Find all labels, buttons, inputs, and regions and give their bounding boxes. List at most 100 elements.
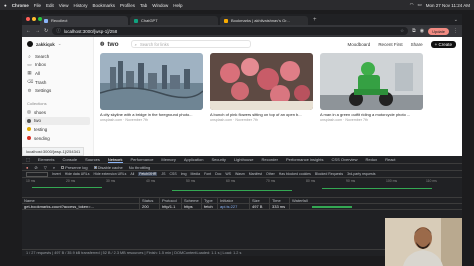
filter-font[interactable]: Font — [204, 172, 211, 176]
address-bar[interactable]: ⓘ localhost:3000/[wsp-1]/258 ☆ — [52, 27, 409, 35]
workspace-switcher[interactable]: zakkiqxk ⌄ — [27, 41, 88, 47]
menu-help[interactable]: Help — [173, 3, 182, 8]
menu-kebab-icon[interactable]: ⋮ — [453, 28, 458, 34]
sidebar-item-inbox[interactable]: ▭ Inbox — [27, 61, 88, 70]
filter-fetch-xhr[interactable]: Fetch/XHR — [138, 172, 158, 176]
col-scheme[interactable]: Scheme — [182, 198, 202, 203]
collection-shoes[interactable]: shoes — [27, 108, 88, 117]
filter-icon[interactable]: ▽ — [44, 165, 47, 170]
search-icon[interactable]: ⌕ — [53, 165, 55, 170]
clear-icon[interactable]: ⊘ — [34, 165, 37, 170]
devtools-tab-redux[interactable]: Redux — [366, 157, 378, 162]
sort-button[interactable]: Recent First — [378, 42, 402, 47]
filter-js[interactable]: JS — [161, 172, 165, 176]
info-icon[interactable]: ⓘ — [56, 28, 61, 34]
filter-hide-data-urls[interactable]: Hide data URLs — [65, 172, 90, 176]
minimize-window-button[interactable] — [32, 17, 36, 21]
filter-css[interactable]: CSS — [169, 172, 176, 176]
search-input[interactable]: ⌕ Search for links — [130, 40, 251, 48]
col-initiator[interactable]: Initiator — [218, 198, 250, 203]
devtools-tab-memory[interactable]: Memory — [161, 157, 175, 162]
tab-search-icon[interactable]: ⌄ — [454, 17, 462, 23]
devtools-inspect-icon[interactable]: ⬚ — [26, 157, 30, 162]
collection-sending[interactable]: sending — [27, 134, 88, 143]
preserve-log-checkbox[interactable]: Preserve log — [61, 165, 88, 170]
menu-file[interactable]: File — [34, 3, 41, 8]
extensions-icon[interactable]: ⧉ — [412, 28, 416, 34]
filter-third-party[interactable]: 3rd-party requests — [347, 172, 375, 176]
menu-edit[interactable]: Edit — [46, 3, 54, 8]
bookmark-card[interactable]: A bunch of pink flowers sitting on top o… — [210, 53, 313, 122]
moodboard-button[interactable]: Moodboard — [348, 42, 371, 47]
tab-chatgpt[interactable]: ChatGPT — [130, 16, 218, 25]
devtools-tab-performance-insights[interactable]: Performance insights — [286, 157, 324, 162]
tab-bookmarks[interactable]: Bookmarks | akhilvaishnav's Gr... — [220, 16, 308, 25]
col-protocol[interactable]: Protocol — [160, 198, 182, 203]
cell-initiator[interactable]: api.ts:227 — [218, 204, 250, 209]
filter-blocked-requests[interactable]: Blocked Requests — [315, 172, 343, 176]
profile-avatar[interactable]: ◉ — [420, 28, 424, 34]
maximize-window-button[interactable] — [38, 17, 42, 21]
bookmark-thumbnail[interactable] — [100, 53, 203, 110]
update-button[interactable]: Update — [428, 27, 449, 35]
close-window-button[interactable] — [26, 17, 30, 21]
disable-cache-checkbox[interactable]: Disable cache — [93, 165, 123, 170]
filter-all[interactable]: All — [130, 172, 134, 176]
menu-history[interactable]: History — [73, 3, 87, 8]
devtools-tab-security[interactable]: Security — [211, 157, 225, 162]
menu-bookmarks[interactable]: Bookmarks — [92, 3, 115, 8]
devtools-tab-console[interactable]: Console — [62, 157, 77, 162]
devtools-tab-application[interactable]: Application — [184, 157, 204, 162]
devtools-tab-recorder[interactable]: Recorder — [261, 157, 277, 162]
menu-tab[interactable]: Tab — [140, 3, 147, 8]
filter-manifest[interactable]: Manifest — [249, 172, 262, 176]
filter-ws[interactable]: WS — [225, 172, 231, 176]
filter-other[interactable]: Other — [266, 172, 275, 176]
table-row[interactable]: get-bookmarks-count?access_token=... 200… — [22, 204, 462, 210]
apple-icon[interactable]: ● — [4, 3, 7, 8]
col-time[interactable]: Time — [270, 198, 290, 203]
back-icon[interactable]: ← — [26, 28, 31, 34]
filter-input[interactable] — [26, 171, 48, 177]
col-waterfall[interactable]: Waterfall — [290, 198, 462, 203]
devtools-tab-lighthouse[interactable]: Lighthouse — [234, 157, 254, 162]
menu-chrome[interactable]: Chrome — [12, 3, 29, 8]
throttling-select[interactable]: No throttling — [129, 165, 151, 170]
sidebar-item-trash[interactable]: ⌫ Trash — [27, 78, 88, 87]
col-type[interactable]: Type — [202, 198, 218, 203]
battery-icon[interactable]: ▭ — [418, 2, 422, 8]
sidebar-item-all[interactable]: ▦ All — [27, 69, 88, 78]
devtools-tab-css-overview[interactable]: CSS Overview — [332, 157, 358, 162]
devtools-tab-network[interactable]: Network — [107, 157, 123, 163]
collection-testing[interactable]: testing — [27, 125, 88, 134]
network-overview[interactable]: 10 ms 20 ms 30 ms 40 ms 50 ms 60 ms 70 m… — [22, 178, 462, 198]
sidebar-item-search[interactable]: ⌕ Search — [27, 52, 88, 61]
devtools-tab-elements[interactable]: Elements — [38, 157, 55, 162]
devtools-tab-react[interactable]: React — [385, 157, 395, 162]
bookmark-card[interactable]: A city skyline with a bridge in the fore… — [100, 53, 203, 122]
share-button[interactable]: Share — [411, 42, 423, 47]
col-name[interactable]: Name — [22, 198, 140, 203]
new-tab-icon[interactable]: + — [310, 17, 320, 23]
tab-recollect[interactable]: Recollect — [40, 16, 128, 25]
record-icon[interactable]: ● — [26, 165, 28, 170]
filter-img[interactable]: Img — [181, 172, 187, 176]
filter-invert[interactable]: Invert — [52, 172, 61, 176]
collection-two[interactable]: two — [25, 116, 90, 126]
col-status[interactable]: Status — [140, 198, 160, 203]
bookmark-thumbnail[interactable] — [320, 53, 423, 110]
forward-icon[interactable]: → — [35, 28, 40, 34]
col-size[interactable]: Size — [250, 198, 270, 203]
devtools-tab-performance[interactable]: Performance — [131, 157, 154, 162]
menu-view[interactable]: View — [59, 3, 69, 8]
clock[interactable]: Mon 27 Nov 11:24 AM — [426, 3, 470, 8]
filter-doc[interactable]: Doc — [215, 172, 221, 176]
filter-media[interactable]: Media — [191, 172, 201, 176]
create-button[interactable]: + Create — [430, 40, 456, 48]
filter-blocked-cookies[interactable]: Has blocked cookies — [279, 172, 311, 176]
bookmark-thumbnail[interactable] — [210, 53, 313, 110]
wifi-icon[interactable]: ◠ — [410, 2, 414, 8]
bookmark-star-icon[interactable]: ☆ — [400, 28, 404, 34]
devtools-tab-sources[interactable]: Sources — [85, 157, 100, 162]
reload-icon[interactable]: ↻ — [44, 28, 48, 34]
